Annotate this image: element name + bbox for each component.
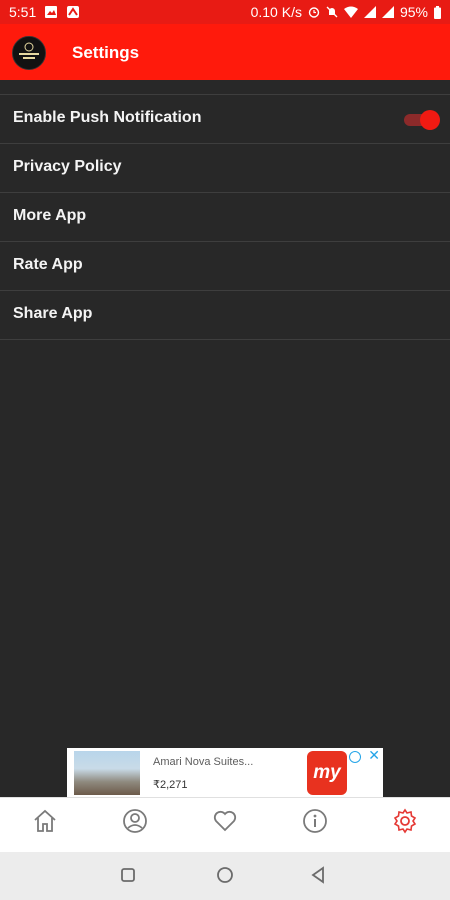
setting-label: Enable Push Notification [13,109,202,126]
status-left: 5:51 [9,4,80,20]
home-icon [32,808,58,839]
mute-bell-icon [326,6,338,18]
profile-icon [122,808,148,839]
app-notification-icon [66,5,80,19]
alarm-icon [308,6,320,18]
ad-close-icon[interactable]: ✕ [368,748,380,762]
settings-list: Enable Push Notification Privacy Policy … [0,95,450,340]
home-nav-button[interactable] [215,866,235,889]
push-notification-toggle[interactable] [404,110,440,130]
tab-settings[interactable] [390,808,420,838]
ad-price: ₹2,271 [153,779,188,791]
tab-profile[interactable] [120,808,150,838]
settings-icon [392,808,418,839]
battery-icon [434,5,441,19]
signal-icon [363,6,376,18]
setting-row-share-app[interactable]: Share App [0,291,450,340]
setting-label: Share App [13,305,93,322]
setting-label: Rate App [13,256,83,273]
tab-favorites[interactable] [210,808,240,838]
battery-percent: 95% [399,4,428,20]
setting-row-more-app[interactable]: More App [0,193,450,242]
bottom-tab-bar [0,797,450,853]
setting-label: Privacy Policy [13,158,122,175]
status-right: 0.10 K/s 95% [251,4,441,20]
ad-image [74,751,140,795]
signal-2-icon [381,6,394,18]
app-bar: Settings [0,24,450,80]
tab-home[interactable] [30,808,60,838]
status-bar: 5:51 0.10 K/s 95% [0,0,450,24]
gallery-notification-icon [44,5,58,19]
wifi-icon [343,6,358,18]
status-time: 5:51 [9,4,37,20]
recents-button[interactable] [118,867,138,887]
back-triangle-icon [310,865,326,889]
setting-label: More App [13,207,87,224]
setting-row-push-notification[interactable]: Enable Push Notification [0,95,450,144]
toggle-thumb [420,110,440,130]
ad-banner[interactable]: Amari Nova Suites... ₹2,271 my ✕ [67,748,383,798]
heart-icon [212,808,238,839]
ad-info-icon[interactable] [349,751,361,763]
ad-brand-logo: my [307,751,347,795]
page-title: Settings [72,43,140,62]
app-logo[interactable] [12,36,46,70]
tab-info[interactable] [300,808,330,838]
setting-row-rate-app[interactable]: Rate App [0,242,450,291]
info-icon [302,808,328,839]
network-speed: 0.10 K/s [250,4,302,20]
back-button[interactable] [308,865,328,889]
setting-row-privacy-policy[interactable]: Privacy Policy [0,144,450,193]
ad-title: Amari Nova Suites... [153,756,254,768]
system-nav-bar [0,852,450,900]
circle-icon [216,866,234,889]
square-icon [120,867,136,888]
